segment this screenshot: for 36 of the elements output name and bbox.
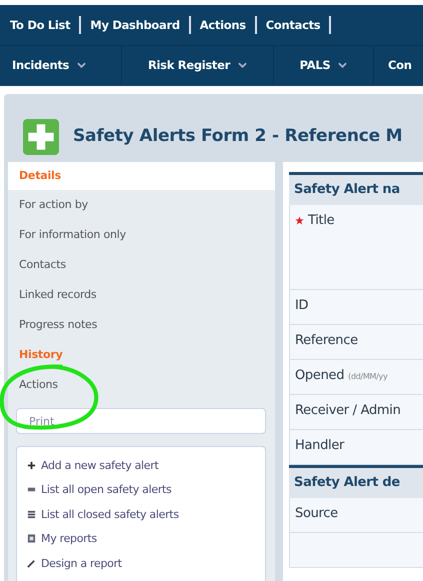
module-menu[interactable]: Risk Register	[122, 46, 274, 84]
report-icon	[27, 534, 36, 544]
action-link[interactable]: List all closed safety alerts	[41, 508, 179, 521]
module-menu[interactable]: Con	[374, 46, 423, 84]
field-label: ID	[295, 298, 308, 313]
sidebar-item[interactable]: For information only	[8, 220, 275, 250]
field-label: Handler	[295, 438, 344, 453]
field-label: Opened	[295, 368, 344, 383]
module-menu[interactable]: Incidents	[0, 46, 122, 84]
field-label: Title	[308, 213, 334, 228]
field-label: Reference	[295, 333, 358, 348]
action-link[interactable]: My reports	[41, 532, 97, 546]
field-hint: (dd/MM/yy	[348, 372, 388, 381]
action-link[interactable]: Design a report	[41, 556, 122, 570]
list-icon	[27, 510, 36, 519]
field-label: Receiver / Admin	[295, 403, 401, 418]
sidebar-item[interactable]: For action by	[8, 190, 275, 220]
page-title: Safety Alerts Form 2 - Reference M	[73, 126, 402, 146]
module-menu[interactable]: PALS	[274, 46, 374, 84]
pencil-icon	[27, 558, 36, 568]
sidebar-item[interactable]: Contacts	[8, 250, 275, 280]
nav-link[interactable]: My Dashboard	[90, 18, 180, 32]
sidebar-item[interactable]: Actions	[8, 370, 275, 400]
field-label: Source	[295, 506, 338, 521]
nav-link[interactable]: Actions	[200, 18, 246, 32]
action-link[interactable]: Add a new safety alert	[41, 458, 158, 472]
action-link[interactable]: List all open safety alerts	[41, 483, 172, 496]
section-header: Safety Alert na	[289, 172, 423, 205]
nav-link[interactable]: Contacts	[266, 18, 320, 32]
cross-icon	[23, 119, 59, 155]
sidebar-item[interactable]: Linked records	[8, 280, 275, 310]
section-header: Safety Alert de	[289, 465, 423, 498]
bar-icon	[27, 485, 36, 494]
sidebar-item[interactable]: Progress notes	[8, 310, 275, 340]
nav-link[interactable]: To Do List	[10, 18, 70, 32]
plus-icon	[27, 460, 36, 470]
